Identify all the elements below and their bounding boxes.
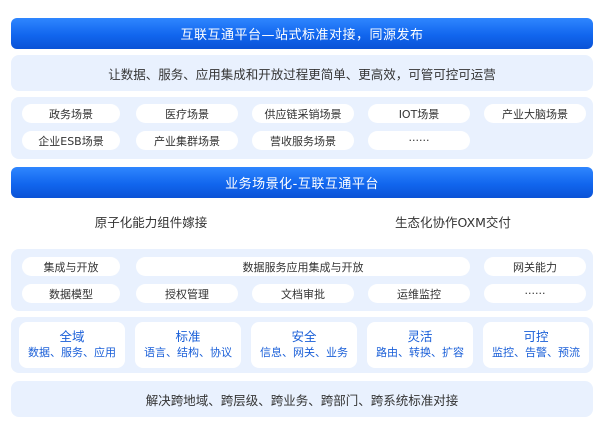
scene-pill: 产业大脑场景	[484, 104, 586, 123]
header-bar: 互联互通平台—站式标准对接，同源发布	[11, 18, 593, 49]
scene-pill: 营收服务场景	[252, 131, 354, 150]
slogan-text: 让数据、服务、应用集成和开放过程更简单、更高效，可管可控可运营	[108, 66, 496, 82]
feature-sub: 信息、网关、业务	[260, 346, 348, 359]
feature-card: 安全 信息、网关、业务	[251, 322, 357, 368]
scene-pill: 医疗场景	[136, 104, 238, 123]
footer-panel: 解决跨地域、跨层级、跨业务、跨部门、跨系统标准对接	[11, 381, 593, 417]
scene-pill: ······	[368, 131, 470, 150]
capability-left: 原子化能力组件嫁接	[11, 204, 291, 238]
feature-sub: 语言、结构、协议	[144, 346, 232, 359]
scene-pill: 企业ESB场景	[22, 131, 120, 150]
scene-pill: 政务场景	[22, 104, 120, 123]
middle-bar-title: 业务场景化-互联互通平台	[225, 177, 379, 192]
function-doc-review: 文档审批	[252, 284, 354, 303]
header-title: 互联互通平台—站式标准对接，同源发布	[180, 28, 424, 43]
feature-card: 可控 监控、告警、预流	[483, 322, 589, 368]
feature-title: 标准	[175, 329, 201, 344]
feature-sub: 路由、转换、扩容	[376, 346, 464, 359]
feature-card: 标准 语言、结构、协议	[135, 322, 241, 368]
function-gateway: 网关能力	[484, 257, 586, 276]
function-ops-monitor: 运维监控	[368, 284, 470, 303]
function-more: ······	[484, 284, 586, 303]
feature-sub: 数据、服务、应用	[28, 346, 116, 359]
feature-card: 全域 数据、服务、应用	[19, 322, 125, 368]
scene-pill: 供应链采销场景	[252, 104, 354, 123]
scene-pill: 产业集群场景	[136, 131, 238, 150]
function-integration: 集成与开放	[22, 257, 120, 276]
slogan-panel: 让数据、服务、应用集成和开放过程更简单、更高效，可管可控可运营	[11, 55, 593, 91]
function-auth: 授权管理	[136, 284, 238, 303]
footer-text: 解决跨地域、跨层级、跨业务、跨部门、跨系统标准对接	[145, 392, 459, 408]
feature-sub: 监控、告警、预流	[492, 346, 580, 359]
capability-right: 生态化协作OXM交付	[313, 204, 593, 238]
feature-title: 可控	[523, 329, 549, 344]
function-data-service: 数据服务应用集成与开放	[136, 257, 470, 276]
feature-title: 安全	[291, 329, 317, 344]
feature-title: 全域	[59, 329, 85, 344]
middle-bar: 业务场景化-互联互通平台	[11, 167, 593, 198]
feature-title: 灵活	[407, 329, 433, 344]
scene-pill: IOT场景	[368, 104, 470, 123]
function-data-model: 数据模型	[22, 284, 120, 303]
feature-card: 灵活 路由、转换、扩容	[367, 322, 473, 368]
